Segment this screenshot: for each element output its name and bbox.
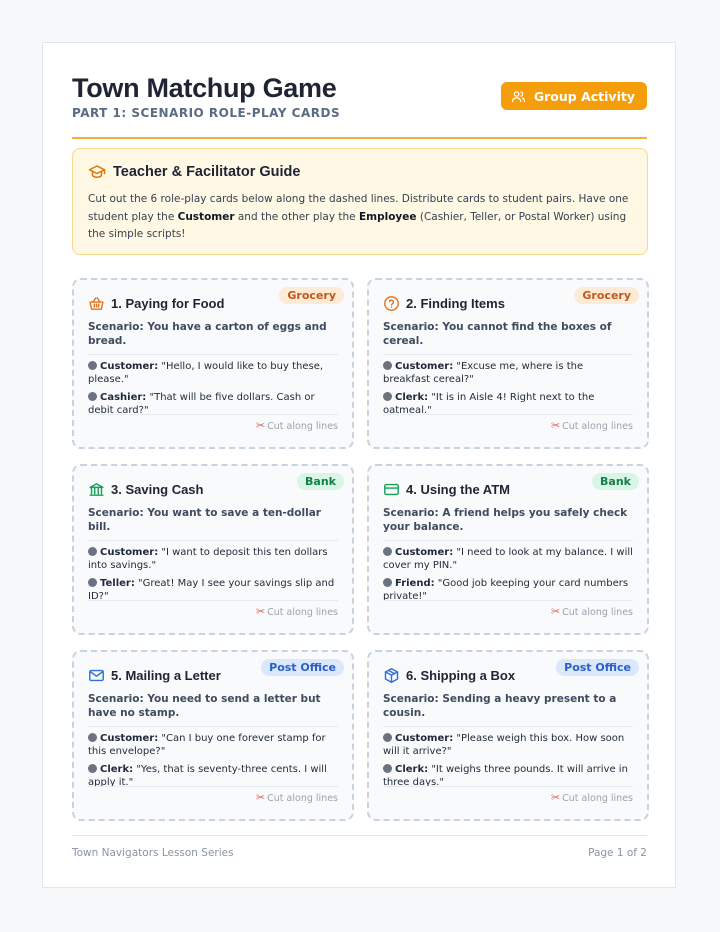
speaker-icon bbox=[88, 733, 97, 742]
card-title: 1. Paying for Food bbox=[111, 296, 225, 311]
credit-card-icon bbox=[384, 483, 399, 496]
page-title: Town Matchup Game bbox=[72, 73, 337, 103]
card-title: 6. Shipping a Box bbox=[406, 668, 516, 683]
graduation-cap-icon bbox=[88, 165, 106, 178]
card-scenario: Scenario: You want to save a ten-dollar … bbox=[88, 506, 338, 541]
dialogue-line: Customer: "Excuse me, where is the break… bbox=[383, 361, 633, 386]
speaker-icon bbox=[383, 733, 392, 742]
category-tag: Post Office bbox=[556, 659, 639, 676]
category-tag: Grocery bbox=[279, 287, 344, 304]
speaker-icon bbox=[88, 392, 97, 401]
dialogue-line: Customer: "Hello, I would like to buy th… bbox=[88, 361, 338, 386]
category-tag: Post Office bbox=[261, 659, 344, 676]
category-tag: Bank bbox=[592, 473, 639, 490]
speaker-icon bbox=[88, 547, 97, 556]
guide-text: Cut out the 6 role-play cards below alon… bbox=[88, 191, 632, 244]
scissors-icon: ✂ bbox=[255, 605, 266, 618]
category-tag: Grocery bbox=[574, 287, 639, 304]
scissors-icon: ✂ bbox=[550, 419, 561, 432]
header: Town Matchup Game PART 1: SCENARIO ROLE-… bbox=[72, 71, 647, 139]
page-number: Page 1 of 2 bbox=[588, 847, 647, 859]
role-play-card: Bank 4. Using the ATM Scenario: A friend… bbox=[367, 464, 649, 635]
speaker-icon bbox=[383, 547, 392, 556]
scissors-icon: ✂ bbox=[550, 791, 561, 804]
card-scenario: Scenario: Sending a heavy present to a c… bbox=[383, 692, 633, 727]
cut-line: ✂ Cut along lines bbox=[383, 600, 633, 618]
speaker-role: Cashier: bbox=[100, 392, 147, 403]
cut-label: Cut along lines bbox=[267, 421, 338, 432]
question-circle-icon bbox=[384, 296, 399, 311]
cut-label: Cut along lines bbox=[562, 421, 633, 432]
dialogue-line: Customer: "I need to look at my balance.… bbox=[383, 547, 633, 572]
guide-heading: Teacher & Facilitator Guide bbox=[88, 163, 632, 181]
card-scenario: Scenario: You cannot find the boxes of c… bbox=[383, 320, 633, 355]
guide-role-customer: Customer bbox=[177, 210, 235, 223]
speaker-role: Customer: bbox=[395, 361, 454, 372]
speaker-role: Customer: bbox=[100, 733, 159, 744]
speaker-role: Teller: bbox=[100, 578, 135, 589]
cut-line: ✂ Cut along lines bbox=[383, 786, 633, 804]
speaker-role: Friend: bbox=[395, 578, 435, 589]
card-title: 4. Using the ATM bbox=[406, 482, 510, 497]
cut-line: ✂ Cut along lines bbox=[88, 414, 338, 432]
page-footer: Town Navigators Lesson Series Page 1 of … bbox=[72, 835, 647, 859]
series-name: Town Navigators Lesson Series bbox=[72, 847, 234, 859]
shopping-basket-icon bbox=[89, 297, 104, 310]
speaker-icon bbox=[383, 578, 392, 587]
card-title: 2. Finding Items bbox=[406, 296, 505, 311]
speaker-icon bbox=[88, 764, 97, 773]
speaker-role: Clerk: bbox=[395, 392, 429, 403]
guide-title: Teacher & Facilitator Guide bbox=[113, 164, 301, 180]
speaker-icon bbox=[88, 578, 97, 587]
cut-label: Cut along lines bbox=[267, 607, 338, 618]
group-activity-badge: Group Activity bbox=[500, 82, 647, 110]
cut-label: Cut along lines bbox=[562, 793, 633, 804]
cut-line: ✂ Cut along lines bbox=[383, 414, 633, 432]
scissors-icon: ✂ bbox=[255, 791, 266, 804]
envelope-icon bbox=[89, 669, 104, 682]
speaker-icon bbox=[383, 392, 392, 401]
speaker-role: Customer: bbox=[100, 361, 159, 372]
speaker-role: Customer: bbox=[395, 733, 454, 744]
guide-text-part: and the other play the bbox=[234, 210, 359, 223]
scissors-icon: ✂ bbox=[550, 605, 561, 618]
category-tag: Bank bbox=[297, 473, 344, 490]
role-play-card: Post Office 6. Shipping a Box Scenario: … bbox=[367, 650, 649, 821]
role-play-card: Grocery 1. Paying for Food Scenario: You… bbox=[72, 278, 354, 449]
worksheet-page: Town Matchup Game PART 1: SCENARIO ROLE-… bbox=[42, 42, 676, 888]
dialogue-line: Customer: "I want to deposit this ten do… bbox=[88, 547, 338, 572]
card-scenario: Scenario: You have a carton of eggs and … bbox=[88, 320, 338, 355]
speaker-role: Customer: bbox=[395, 547, 454, 558]
speaker-icon bbox=[383, 361, 392, 370]
speaker-icon bbox=[88, 361, 97, 370]
package-box-icon bbox=[384, 668, 399, 683]
users-icon bbox=[511, 90, 525, 102]
card-title: 5. Mailing a Letter bbox=[111, 668, 221, 683]
card-scenario: Scenario: You need to send a letter but … bbox=[88, 692, 338, 727]
role-play-card: Bank 3. Saving Cash Scenario: You want t… bbox=[72, 464, 354, 635]
cut-label: Cut along lines bbox=[562, 607, 633, 618]
cut-line: ✂ Cut along lines bbox=[88, 786, 338, 804]
page-subtitle: PART 1: SCENARIO ROLE-PLAY CARDS bbox=[72, 106, 341, 120]
card-scenario: Scenario: A friend helps you safely chec… bbox=[383, 506, 633, 541]
speaker-role: Clerk: bbox=[100, 764, 134, 775]
speaker-role: Clerk: bbox=[395, 764, 429, 775]
guide-role-employee: Employee bbox=[358, 210, 417, 223]
speaker-role: Customer: bbox=[100, 547, 159, 558]
scissors-icon: ✂ bbox=[255, 419, 266, 432]
role-play-card: Post Office 5. Mailing a Letter Scenario… bbox=[72, 650, 354, 821]
card-title: 3. Saving Cash bbox=[111, 482, 204, 497]
group-activity-label: Group Activity bbox=[533, 88, 635, 104]
dialogue-line: Customer: "Please weigh this box. How so… bbox=[383, 733, 633, 758]
role-play-card: Grocery 2. Finding Items Scenario: You c… bbox=[367, 278, 649, 449]
cut-line: ✂ Cut along lines bbox=[88, 600, 338, 618]
dialogue-line: Customer: "Can I buy one forever stamp f… bbox=[88, 733, 338, 758]
teacher-guide: Teacher & Facilitator Guide Cut out the … bbox=[72, 148, 648, 255]
bank-building-icon bbox=[89, 483, 104, 496]
cut-label: Cut along lines bbox=[267, 793, 338, 804]
speaker-icon bbox=[383, 764, 392, 773]
